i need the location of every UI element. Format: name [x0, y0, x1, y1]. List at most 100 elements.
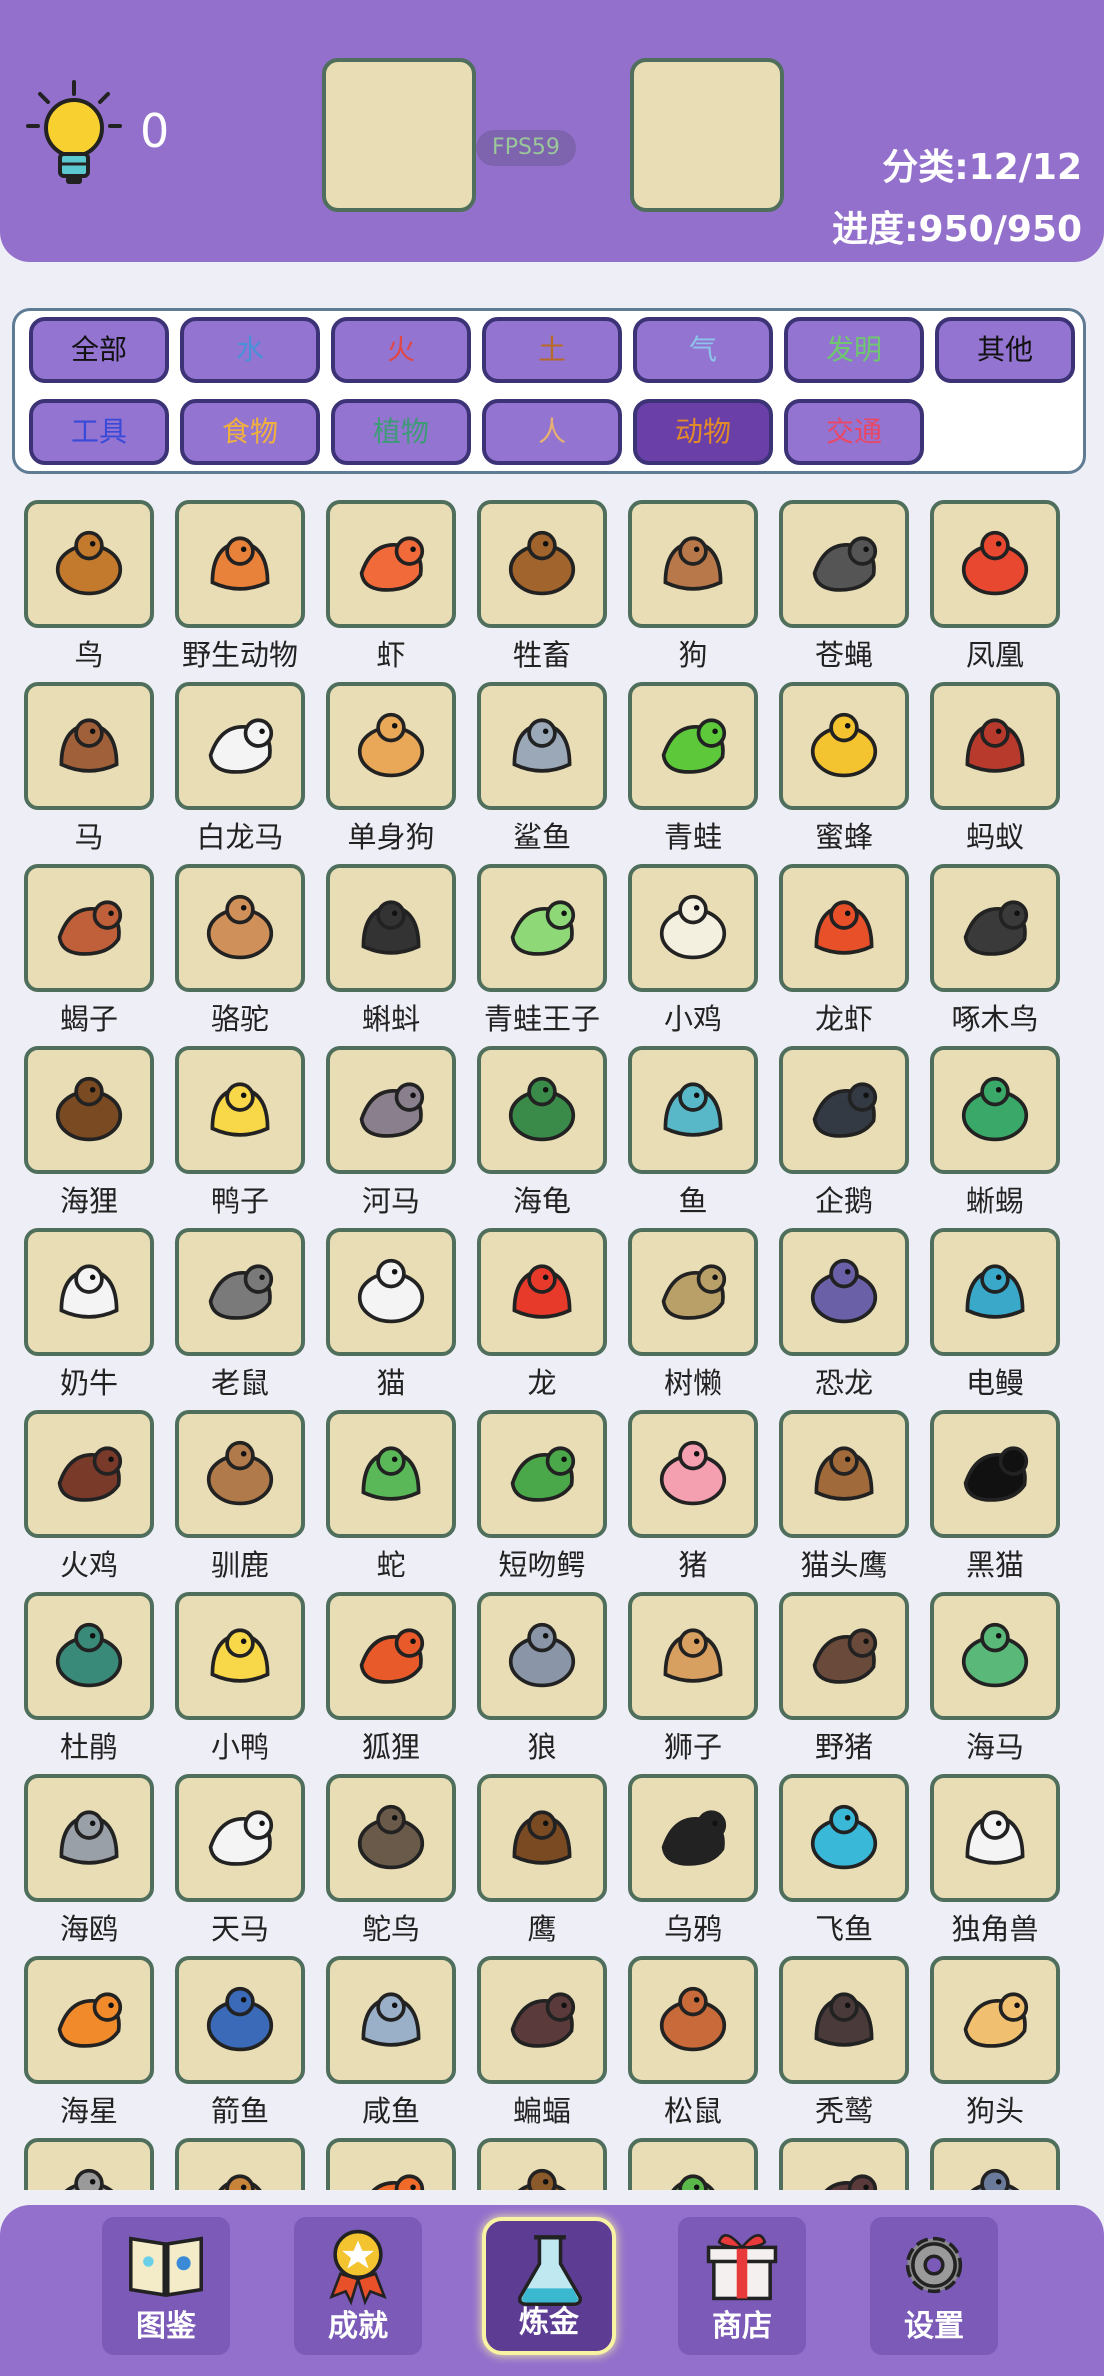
element-tile[interactable] — [24, 1046, 154, 1174]
element-card[interactable]: 狗 — [628, 490, 758, 672]
element-card[interactable]: 蝙蝠 — [477, 1946, 607, 2128]
element-tile[interactable] — [628, 864, 758, 992]
element-card[interactable]: 青蛙 — [628, 672, 758, 854]
element-card[interactable]: 牲畜 — [477, 490, 607, 672]
element-card[interactable]: 猫头鹰 — [779, 1400, 909, 1582]
element-card[interactable]: 蛇 — [326, 1400, 456, 1582]
element-card[interactable]: 咸鱼 — [326, 1946, 456, 2128]
category-tab[interactable]: 土 — [482, 317, 622, 383]
element-card[interactable]: 狼 — [477, 1582, 607, 1764]
element-card[interactable]: 恐龙 — [779, 1218, 909, 1400]
element-card[interactable]: 蝎子 — [24, 854, 154, 1036]
element-card[interactable]: 蚂蚁 — [930, 672, 1060, 854]
element-card[interactable] — [24, 2128, 154, 2190]
element-tile[interactable] — [628, 1774, 758, 1902]
element-card[interactable]: 狐狸 — [326, 1582, 456, 1764]
element-tile[interactable] — [326, 682, 456, 810]
category-tab[interactable]: 交通 — [784, 399, 924, 465]
element-tile[interactable] — [930, 864, 1060, 992]
element-tile[interactable] — [24, 500, 154, 628]
element-card[interactable]: 蜥蜴 — [930, 1036, 1060, 1218]
element-tile[interactable] — [477, 864, 607, 992]
combine-slot-left[interactable] — [322, 58, 476, 212]
element-card[interactable]: 狮子 — [628, 1582, 758, 1764]
element-tile[interactable] — [175, 2138, 305, 2190]
element-card[interactable]: 白龙马 — [175, 672, 305, 854]
element-tile[interactable] — [930, 500, 1060, 628]
element-card[interactable]: 小鸡 — [628, 854, 758, 1036]
element-card[interactable]: 龙虾 — [779, 854, 909, 1036]
element-card[interactable]: 小鸭 — [175, 1582, 305, 1764]
element-tile[interactable] — [175, 500, 305, 628]
element-tile[interactable] — [779, 682, 909, 810]
element-card[interactable]: 龙 — [477, 1218, 607, 1400]
element-tile[interactable] — [779, 864, 909, 992]
element-card[interactable] — [628, 2128, 758, 2190]
element-tile[interactable] — [175, 1410, 305, 1538]
element-tile[interactable] — [779, 500, 909, 628]
element-tile[interactable] — [326, 1046, 456, 1174]
element-tile[interactable] — [779, 1592, 909, 1720]
element-card[interactable]: 河马 — [326, 1036, 456, 1218]
category-tab[interactable]: 工具 — [29, 399, 169, 465]
category-tab[interactable]: 水 — [180, 317, 320, 383]
element-card[interactable]: 箭鱼 — [175, 1946, 305, 2128]
element-tile[interactable] — [628, 1228, 758, 1356]
category-tab[interactable]: 人 — [482, 399, 622, 465]
element-card[interactable] — [175, 2128, 305, 2190]
element-tile[interactable] — [477, 500, 607, 628]
element-tile[interactable] — [477, 1774, 607, 1902]
element-tile[interactable] — [477, 1592, 607, 1720]
element-card[interactable]: 树懒 — [628, 1218, 758, 1400]
category-tab[interactable]: 发明 — [784, 317, 924, 383]
element-tile[interactable] — [477, 1228, 607, 1356]
element-card[interactable]: 猪 — [628, 1400, 758, 1582]
element-card[interactable]: 奶牛 — [24, 1218, 154, 1400]
element-tile[interactable] — [175, 1592, 305, 1720]
element-card[interactable]: 单身狗 — [326, 672, 456, 854]
combine-slot-right[interactable] — [630, 58, 784, 212]
element-card[interactable]: 天马 — [175, 1764, 305, 1946]
element-tile[interactable] — [779, 2138, 909, 2190]
element-tile[interactable] — [628, 500, 758, 628]
element-tile[interactable] — [779, 1046, 909, 1174]
element-card[interactable]: 凤凰 — [930, 490, 1060, 672]
element-tile[interactable] — [24, 1774, 154, 1902]
element-card[interactable]: 飞鱼 — [779, 1764, 909, 1946]
element-card[interactable]: 乌鸦 — [628, 1764, 758, 1946]
element-card[interactable]: 骆驼 — [175, 854, 305, 1036]
element-tile[interactable] — [326, 1956, 456, 2084]
element-card[interactable] — [779, 2128, 909, 2190]
element-card[interactable]: 啄木鸟 — [930, 854, 1060, 1036]
element-tile[interactable] — [930, 1046, 1060, 1174]
nav-flask[interactable]: 炼金 — [482, 2217, 616, 2355]
element-card[interactable]: 马 — [24, 672, 154, 854]
element-tile[interactable] — [175, 864, 305, 992]
element-card[interactable] — [930, 2128, 1060, 2190]
nav-book[interactable]: 图鉴 — [102, 2217, 230, 2355]
element-card[interactable]: 野猪 — [779, 1582, 909, 1764]
element-tile[interactable] — [930, 1956, 1060, 2084]
element-card[interactable]: 海鸥 — [24, 1764, 154, 1946]
element-card[interactable]: 鲨鱼 — [477, 672, 607, 854]
category-tab[interactable]: 气 — [633, 317, 773, 383]
element-card[interactable]: 火鸡 — [24, 1400, 154, 1582]
element-tile[interactable] — [628, 1956, 758, 2084]
element-tile[interactable] — [175, 1046, 305, 1174]
element-card[interactable]: 狗头 — [930, 1946, 1060, 2128]
element-tile[interactable] — [477, 682, 607, 810]
element-card[interactable]: 老鼠 — [175, 1218, 305, 1400]
element-card[interactable] — [326, 2128, 456, 2190]
element-tile[interactable] — [326, 1774, 456, 1902]
element-card[interactable]: 杜鹃 — [24, 1582, 154, 1764]
element-tile[interactable] — [24, 2138, 154, 2190]
category-tab[interactable]: 动物 — [633, 399, 773, 465]
category-tab[interactable]: 植物 — [331, 399, 471, 465]
element-tile[interactable] — [477, 1410, 607, 1538]
lightbulb-icon[interactable] — [24, 80, 124, 190]
element-card[interactable]: 野生动物 — [175, 490, 305, 672]
element-tile[interactable] — [779, 1956, 909, 2084]
element-tile[interactable] — [930, 1228, 1060, 1356]
element-tile[interactable] — [326, 1592, 456, 1720]
element-tile[interactable] — [24, 1956, 154, 2084]
